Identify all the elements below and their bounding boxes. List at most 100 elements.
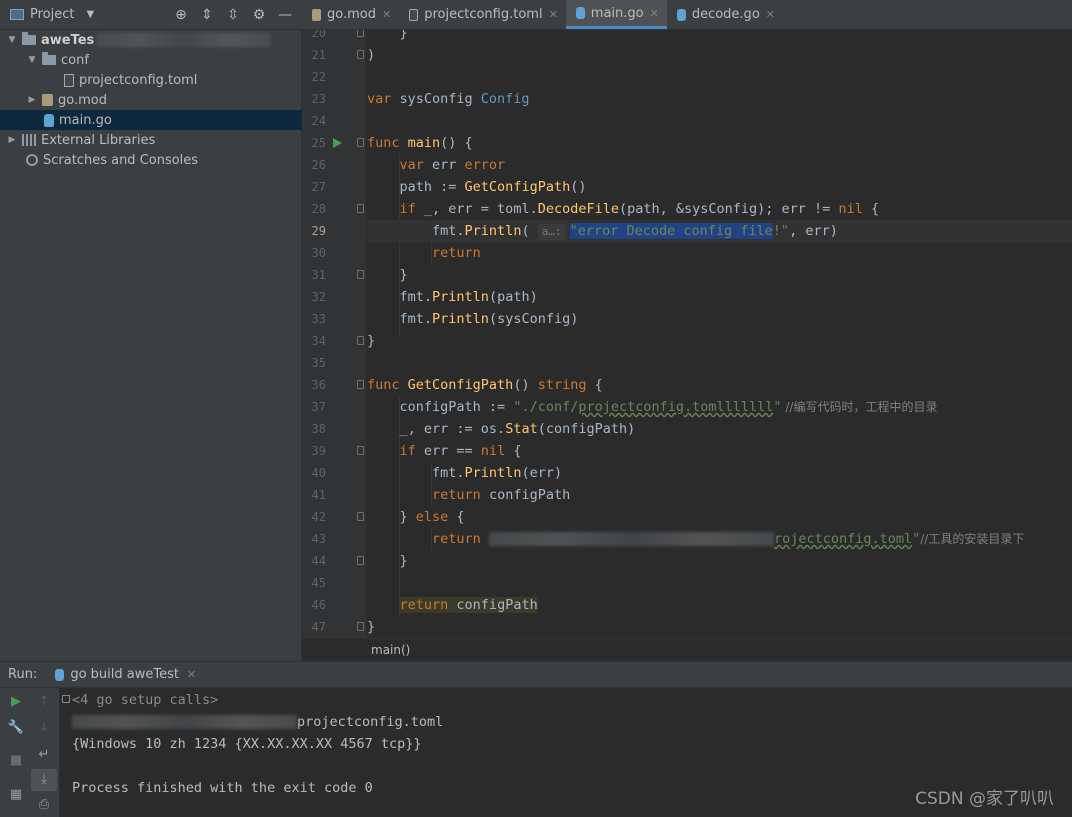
hide-icon[interactable]: — (272, 7, 298, 23)
scratches-icon (26, 154, 38, 166)
tab-label: main.go (590, 5, 644, 21)
tab-label: projectconfig.toml (424, 7, 543, 22)
expand-all-icon[interactable]: ⇕ (194, 7, 220, 23)
run-panel-header: Run: go build aweTest ✕ (0, 661, 1072, 688)
tree-item-root-folder[interactable]: ▼ aweTes (0, 30, 307, 50)
line-number: 21 (311, 48, 326, 62)
code-line: configPath := "./conf/projectconfig.toml… (399, 399, 938, 415)
console-line-setup[interactable]: <4 go setup calls> (62, 689, 218, 711)
redacted-path (72, 715, 297, 729)
redacted-path (488, 532, 774, 546)
go-file-icon (575, 7, 585, 19)
chevron-right-icon[interactable]: ▶ (26, 95, 38, 105)
fold-marker-icon[interactable] (357, 556, 364, 565)
code-editor[interactable]: 20 21 22 23 24 25 26 27 28 29 30 31 32 3… (302, 30, 1072, 638)
line-number: 44 (311, 554, 326, 568)
project-panel-title: Project (30, 7, 75, 22)
run-config-tab[interactable]: go build aweTest ✕ (55, 667, 196, 682)
close-icon[interactable]: ✕ (766, 8, 775, 21)
code-line: } (399, 267, 408, 283)
watermark: CSDN @家了叭叭 (915, 789, 1054, 809)
line-number: 46 (311, 598, 326, 612)
tree-item-label: go.mod (58, 92, 107, 108)
fold-marker-icon[interactable] (357, 622, 364, 631)
line-number: 27 (311, 180, 326, 194)
tree-item-label: conf (61, 52, 89, 68)
code-line: return configPath (432, 487, 571, 503)
code-line: fmt.Println(sysConfig) (399, 311, 579, 327)
line-number-current: 29 (311, 224, 326, 238)
code-line: if _, err = toml.DecodeFile(path, &sysCo… (399, 201, 880, 217)
fold-marker-icon[interactable] (357, 380, 364, 389)
wrench-icon[interactable]: 🔧 (3, 717, 29, 739)
breadcrumb[interactable]: main() (302, 638, 1072, 661)
line-number: 32 (311, 290, 326, 304)
chevron-down-icon[interactable]: ▼ (6, 35, 18, 45)
close-icon[interactable]: ✕ (382, 8, 391, 21)
locate-icon[interactable]: ⊕ (168, 7, 194, 23)
arrow-down-icon[interactable]: ↓ (31, 717, 57, 739)
line-number: 23 (311, 92, 326, 106)
code-line: return rojectconfig.toml"//工具的安装目录下 (432, 531, 1025, 547)
line-number: 43 (311, 532, 326, 546)
stop-icon[interactable]: ■ (3, 750, 29, 772)
line-number: 39 (311, 444, 326, 458)
tree-item-conf-folder[interactable]: ▼ conf (0, 50, 327, 70)
line-number: 36 (311, 378, 326, 392)
code-line: fmt.Println(err) (432, 465, 563, 481)
tree-item-go-mod[interactable]: ▶ go.mod (0, 90, 327, 110)
text-selection[interactable]: "error Decode config file (569, 223, 773, 239)
fold-marker-icon[interactable] (357, 270, 364, 279)
fold-marker-icon[interactable] (357, 204, 364, 213)
close-icon[interactable]: ✕ (187, 668, 196, 681)
line-number: 24 (311, 114, 326, 128)
collapse-all-icon[interactable]: ⇳ (220, 7, 246, 23)
rerun-icon[interactable]: ▶ (3, 691, 29, 713)
tree-item-label: main.go (59, 112, 112, 128)
fold-marker-icon[interactable] (357, 336, 364, 345)
go-mod-icon (42, 94, 53, 106)
fold-marker-icon[interactable] (357, 512, 364, 521)
gear-icon[interactable]: ⚙ (246, 7, 272, 23)
line-number: 30 (311, 246, 326, 260)
fold-marker-icon[interactable] (357, 446, 364, 455)
layout-icon[interactable]: ▦ (3, 784, 29, 806)
tab-decode-go[interactable]: decode.go ✕ (667, 0, 783, 29)
line-number: 34 (311, 334, 326, 348)
project-view-selector[interactable]: Project ▼ (0, 7, 94, 22)
soft-wrap-icon[interactable]: ↵ (31, 744, 57, 766)
expand-icon[interactable] (62, 695, 70, 703)
fold-marker-icon[interactable] (357, 50, 364, 59)
code-line: path := GetConfigPath() (399, 179, 587, 195)
close-icon[interactable]: ✕ (650, 7, 659, 20)
scroll-to-end-icon[interactable]: ⤓ (31, 769, 57, 791)
go-mod-icon (312, 8, 321, 21)
chevron-down-icon[interactable]: ▼ (26, 55, 38, 65)
project-window-icon (10, 9, 24, 20)
fold-marker-icon[interactable] (357, 138, 364, 147)
code-line: return configPath (399, 597, 538, 613)
tab-projectconfig-toml[interactable]: projectconfig.toml ✕ (399, 0, 566, 29)
tree-item-main-go[interactable]: main.go (0, 110, 341, 130)
code-line: ) (367, 47, 376, 63)
run-console-output[interactable]: <4 go setup calls> projectconfig.toml {W… (60, 688, 1072, 817)
tab-go-mod[interactable]: go.mod ✕ (302, 0, 399, 29)
tree-item-label: projectconfig.toml (79, 72, 198, 88)
arrow-up-icon[interactable]: ↑ (31, 691, 57, 713)
chevron-right-icon[interactable]: ▶ (6, 135, 18, 145)
print-icon[interactable]: ⎙ (31, 794, 57, 816)
tab-main-go[interactable]: main.go ✕ (565, 0, 667, 29)
redacted-path (96, 33, 272, 47)
run-label: Run: (8, 667, 38, 682)
chevron-down-icon[interactable]: ▼ (86, 9, 94, 20)
tree-item-scratches[interactable]: Scratches and Consoles (0, 150, 323, 170)
fold-marker-icon[interactable] (357, 30, 364, 37)
tree-item-label: Scratches and Consoles (43, 152, 199, 168)
tree-item-external-libraries[interactable]: ▶ External Libraries (0, 130, 307, 150)
code-line: fmt.Println(path) (399, 289, 538, 305)
go-file-icon (55, 668, 65, 681)
line-number: 45 (311, 576, 326, 590)
close-icon[interactable]: ✕ (549, 8, 558, 21)
line-number: 41 (311, 488, 326, 502)
run-gutter-icon[interactable] (333, 138, 342, 148)
